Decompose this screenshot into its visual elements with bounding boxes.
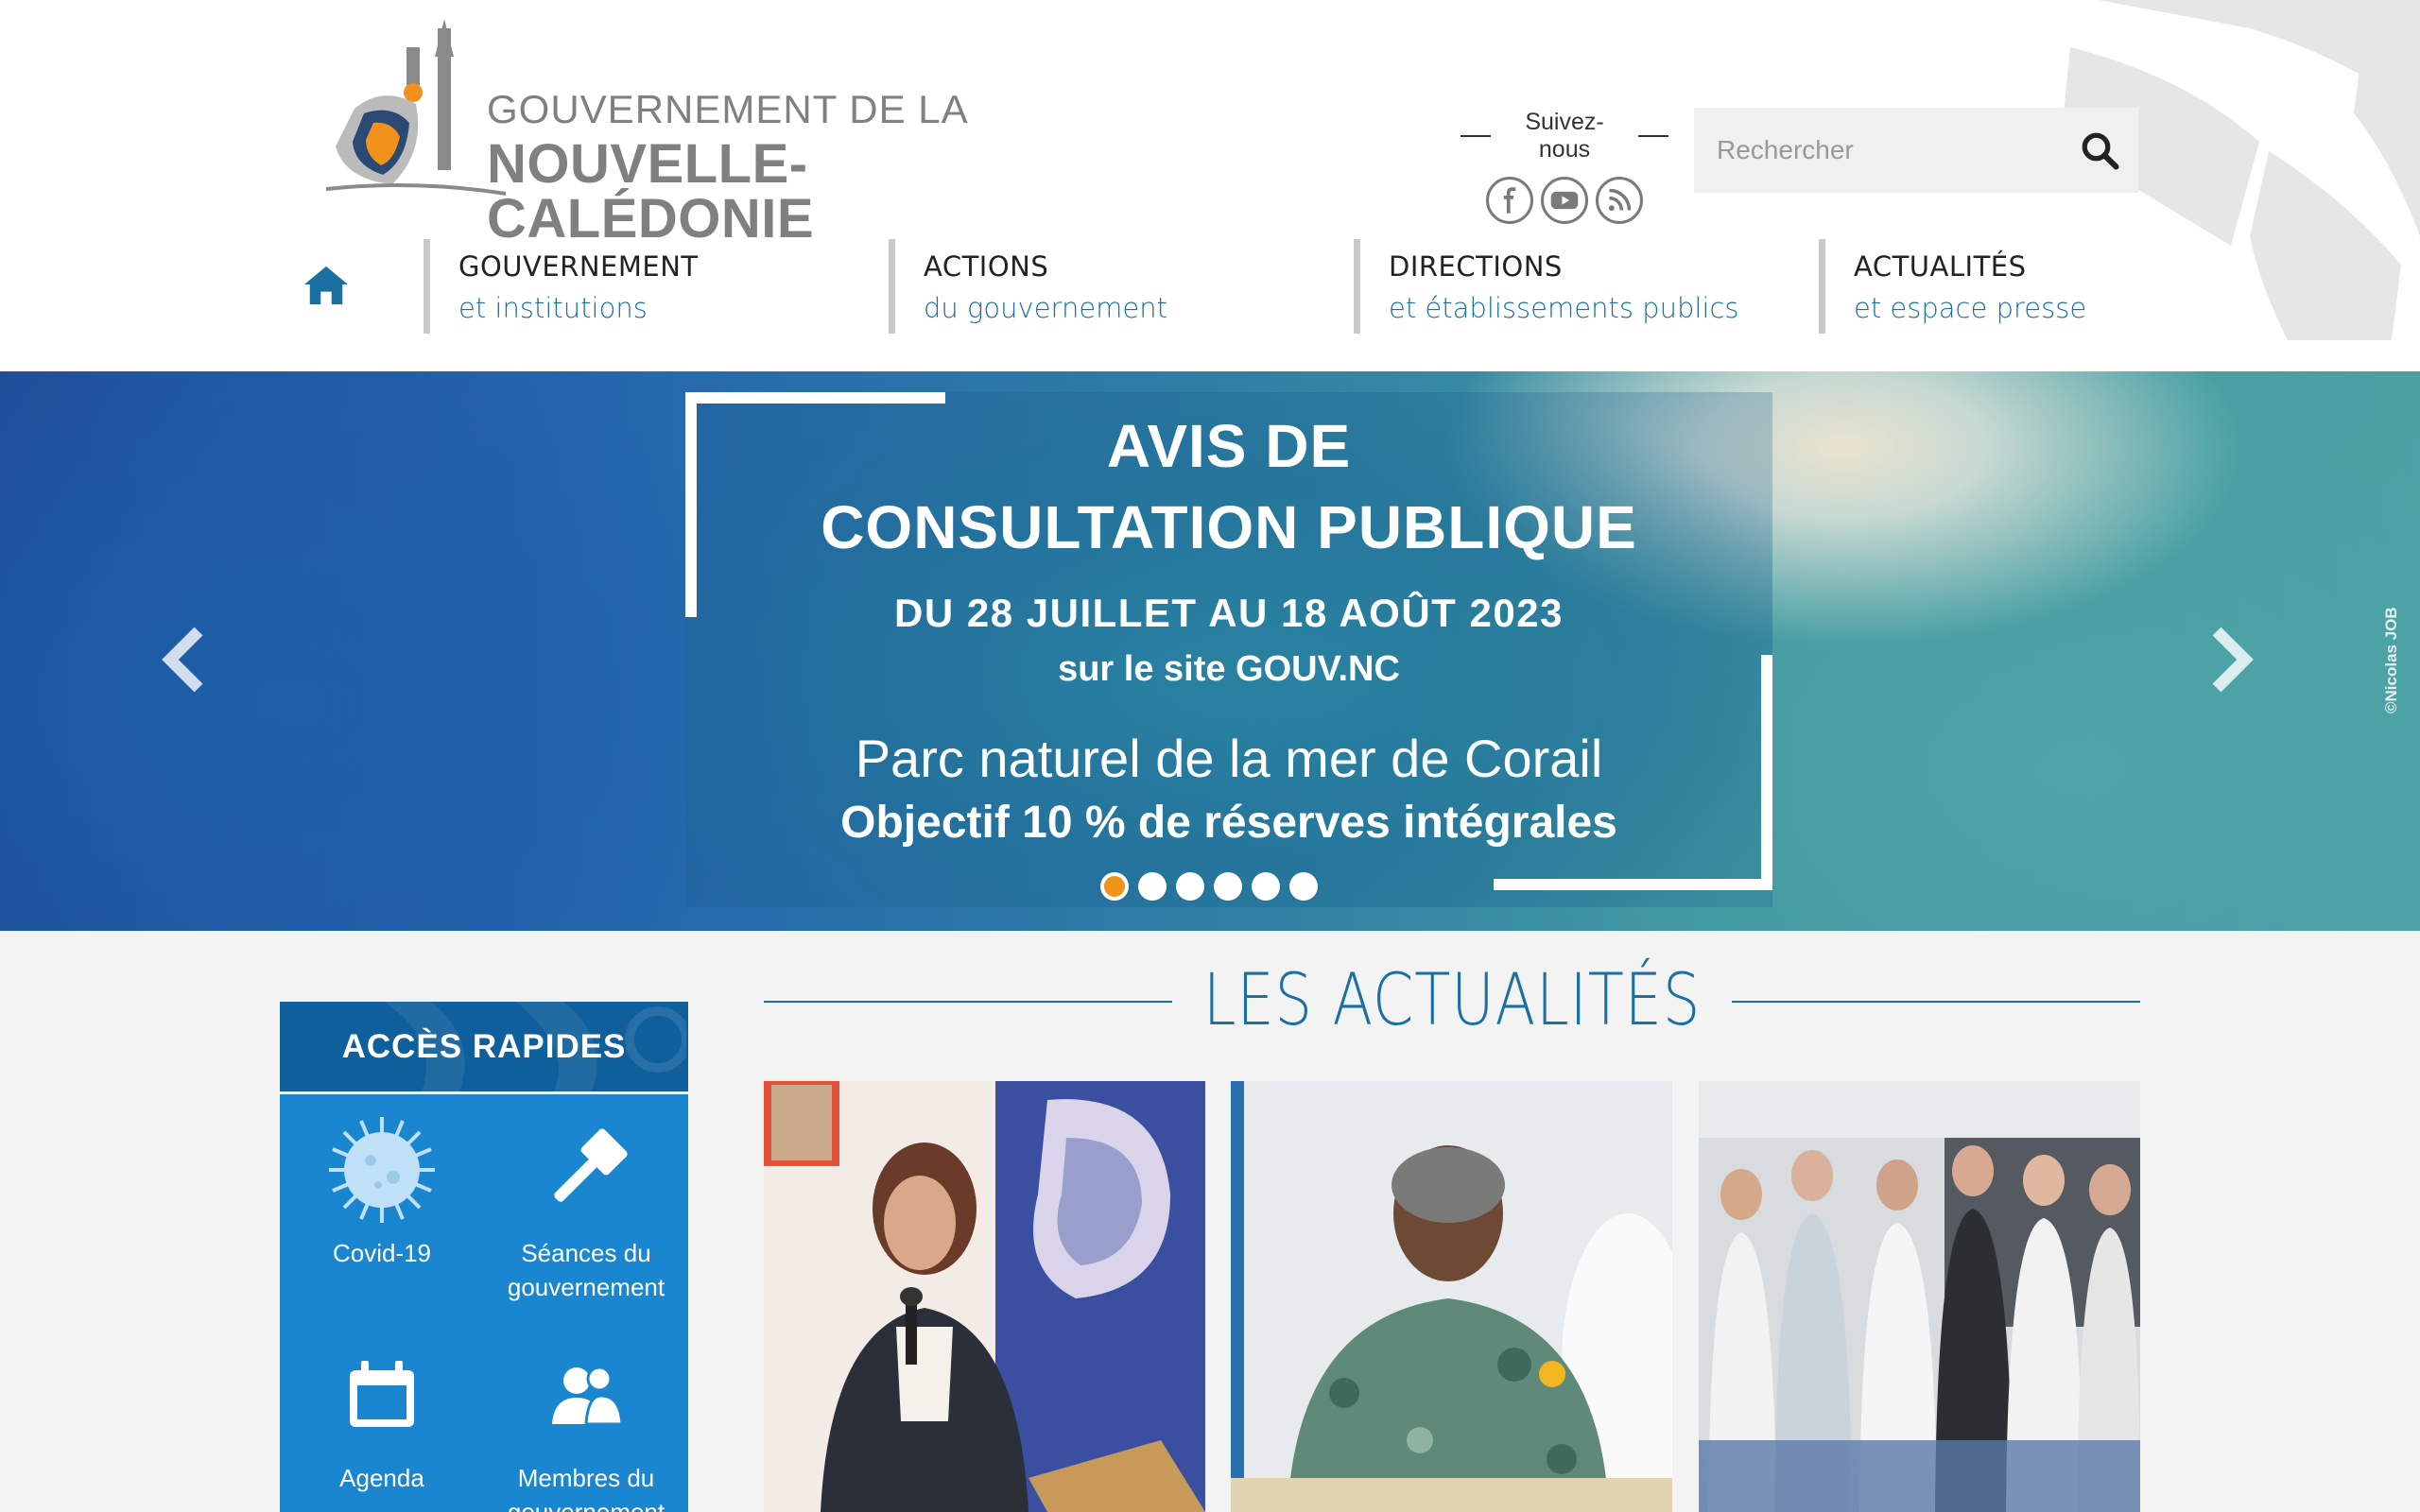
quick-item-label: Membres du gouvernement xyxy=(507,1464,666,1512)
news-card[interactable] xyxy=(764,1081,1205,1512)
home-icon xyxy=(304,266,348,305)
nav-item-title: ACTIONS xyxy=(924,250,1049,283)
calendar-icon xyxy=(350,1361,414,1427)
slide-dates: DU 28 JUILLET AU 18 AOÛT 2023 xyxy=(894,591,1564,635)
photo-credit: ©Nicolas JOB xyxy=(2382,607,2400,713)
logo-emblem-icon xyxy=(326,19,506,196)
search-box xyxy=(1694,108,2138,193)
facebook-icon[interactable] xyxy=(1486,177,1533,224)
follow-label: Suivez-nous xyxy=(1525,109,1604,163)
logo-text: GOUVERNEMENT DE LA NOUVELLE-CALÉDONIE xyxy=(487,90,1073,247)
news-card-image xyxy=(1231,1081,1672,1512)
quick-access-title: ACCÈS RAPIDES xyxy=(341,1027,627,1065)
quick-item-label: Covid-19 xyxy=(332,1239,432,1267)
virus-icon xyxy=(329,1117,435,1223)
logo-line1: GOUVERNEMENT DE LA xyxy=(487,87,969,131)
chevron-right-icon xyxy=(2212,627,2254,693)
slide-title-line1: AVIS DE xyxy=(1106,412,1352,480)
hero-carousel: AVIS DE CONSULTATION PUBLIQUE DU 28 JUIL… xyxy=(0,371,2420,931)
news-section-header: LES ACTUALITÉS xyxy=(764,950,2140,1054)
news-card[interactable] xyxy=(1699,1081,2140,1512)
nav-item-actions[interactable]: ACTIONS du gouvernement xyxy=(889,239,1286,334)
quick-item-label: Séances du gouvernement xyxy=(507,1239,666,1301)
quick-access-panel: ACCÈS RAPIDES Covid-19 Séances du gouver… xyxy=(280,1002,688,1512)
youtube-icon[interactable] xyxy=(1541,177,1588,224)
social-links xyxy=(1461,177,1668,224)
quick-access-header: ACCÈS RAPIDES xyxy=(280,1002,688,1094)
logo-line2: NOUVELLE-CALÉDONIE xyxy=(487,133,815,249)
carousel-indicators xyxy=(1100,872,1318,901)
slide-line1: Parc naturel de la mer de Corail xyxy=(855,729,1603,788)
quick-item-membres[interactable]: Membres du gouvernement xyxy=(484,1338,688,1512)
news-section-title: LES ACTUALITÉS xyxy=(1202,957,1702,1041)
nav-item-subtitle: du gouvernement xyxy=(924,292,1168,324)
nav-item-title: DIRECTIONS xyxy=(1389,250,1563,283)
nav-item-gouvernement[interactable]: GOUVERNEMENT et institutions xyxy=(424,239,821,334)
home-link[interactable] xyxy=(302,263,357,318)
carousel-prev-button[interactable] xyxy=(161,627,208,693)
carousel-dot[interactable] xyxy=(1138,872,1167,901)
slide-caption: AVIS DE CONSULTATION PUBLIQUE DU 28 JUIL… xyxy=(685,392,1772,849)
nav-item-title: GOUVERNEMENT xyxy=(458,250,699,283)
news-card[interactable] xyxy=(1231,1081,1672,1512)
chevron-left-icon xyxy=(162,627,203,693)
carousel-next-button[interactable] xyxy=(2207,627,2255,693)
carousel-dot[interactable] xyxy=(1100,872,1129,901)
quick-item-agenda[interactable]: Agenda xyxy=(280,1338,484,1495)
carousel-dot[interactable] xyxy=(1214,872,1242,901)
search-icon xyxy=(2082,132,2119,170)
main-nav: GOUVERNEMENT et institutions ACTIONS du … xyxy=(302,239,2146,334)
nav-item-subtitle: et espace presse xyxy=(1854,292,2087,324)
nav-item-directions[interactable]: DIRECTIONS et établissements publics xyxy=(1354,239,1779,334)
members-icon xyxy=(552,1366,624,1426)
quick-item-seances[interactable]: Séances du gouvernement xyxy=(484,1113,688,1304)
site-logo[interactable]: GOUVERNEMENT DE LA NOUVELLE-CALÉDONIE xyxy=(326,19,1073,247)
site-header: GOUVERNEMENT DE LA NOUVELLE-CALÉDONIE Su… xyxy=(0,0,2420,371)
carousel-dot[interactable] xyxy=(1176,872,1204,901)
gavel-icon xyxy=(554,1128,628,1202)
nav-item-actualites[interactable]: ACTUALITÉS et espace presse xyxy=(1819,239,2140,334)
nav-item-subtitle: et établissements publics xyxy=(1389,292,1739,324)
search-button[interactable] xyxy=(2076,127,2123,174)
rss-icon[interactable] xyxy=(1596,177,1643,224)
slide-line2: Objectif 10 % de réserves intégrales xyxy=(840,798,1617,848)
search-input[interactable] xyxy=(1694,108,2053,193)
carousel-dot[interactable] xyxy=(1289,872,1318,901)
slide-site: sur le site GOUV.NC xyxy=(1058,649,1400,689)
news-card-image xyxy=(764,1081,1205,1512)
nav-item-subtitle: et institutions xyxy=(458,292,648,324)
news-card-image xyxy=(1699,1081,2140,1512)
quick-item-covid[interactable]: Covid-19 xyxy=(280,1113,484,1270)
quick-item-label: Agenda xyxy=(339,1464,424,1492)
slide-title-line2: CONSULTATION PUBLIQUE xyxy=(821,493,1637,561)
nav-item-title: ACTUALITÉS xyxy=(1854,250,2027,283)
social-follow: Suivez-nous xyxy=(1461,109,1668,224)
carousel-dot[interactable] xyxy=(1252,872,1280,901)
